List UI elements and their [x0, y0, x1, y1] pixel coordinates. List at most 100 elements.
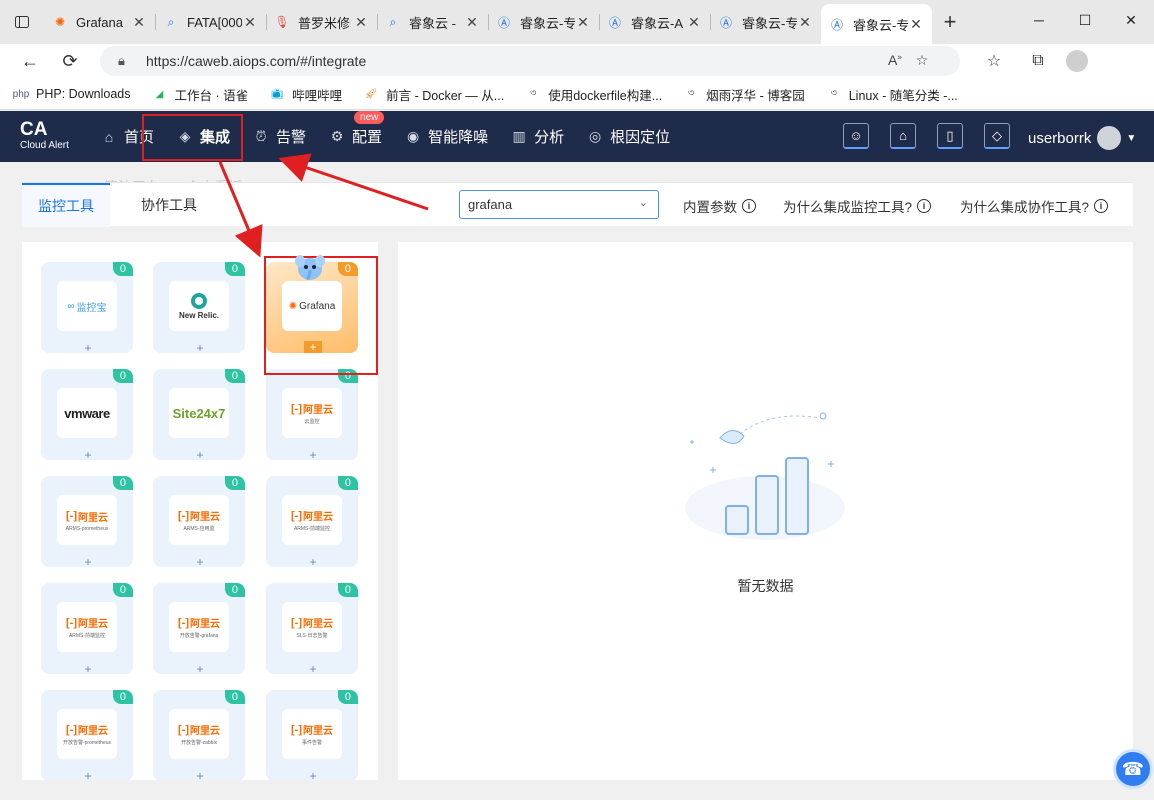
docs-icon[interactable]: ▯ [937, 123, 963, 149]
user-menu[interactable]: userborrk ▼ [1028, 126, 1136, 150]
close-tab-icon[interactable]: ✕ [908, 16, 924, 33]
integration-card[interactable]: [-] 阿里云 开放告警-grafana 0 + [153, 583, 245, 675]
bookmark-item[interactable]: 📺︎ 哔哩哔哩 [268, 85, 342, 104]
close-tab-icon[interactable]: ✕ [575, 14, 591, 31]
nav-item[interactable]: ◎ 根因定位 [586, 126, 670, 147]
bilibili-icon: 📺︎ [270, 88, 284, 100]
add-icon[interactable]: + [193, 770, 207, 780]
tab-collab-tools[interactable]: 协作工具 [141, 183, 197, 227]
card-label: 阿里云 [78, 619, 108, 630]
app-logo[interactable]: CA Cloud Alert [20, 120, 69, 152]
diamond-icon[interactable]: ◇ [984, 123, 1010, 149]
why-monitor-link[interactable]: 为什么集成监控工具? i [783, 196, 932, 216]
integration-card[interactable]: [-] 阿里云 开放告警-prometheus 0 + [41, 690, 133, 780]
builtin-params-link[interactable]: 内置参数 i [683, 196, 756, 216]
tab-title: 睿象云 - [409, 15, 456, 31]
bookmark-item[interactable]: ৩ Linux - 随笔分类 -... [825, 85, 957, 104]
integration-card[interactable]: [-] 阿里云 开放告警-zabbix 0 + [153, 690, 245, 780]
add-icon[interactable]: + [306, 556, 320, 568]
bookmark-item[interactable]: ৩ 使用dockerfile构建... [524, 85, 662, 104]
nav-item[interactable]: ▥ 分析 [510, 126, 564, 147]
lock-icon[interactable]: 🔒︎ [118, 53, 125, 69]
close-tab-icon[interactable]: ✕ [464, 14, 480, 31]
add-icon[interactable]: + [81, 449, 95, 461]
url-field[interactable]: 🔒︎ https://caweb.aiops.com/#/integrate [100, 46, 960, 76]
tab-monitor-tools[interactable]: 监控工具 [22, 183, 110, 227]
favorites-icon[interactable]: ☆ [978, 46, 1010, 76]
add-icon[interactable]: + [306, 449, 320, 461]
tab-actions-icon[interactable] [0, 0, 44, 44]
tab-title: Grafana [76, 14, 123, 30]
integration-card[interactable]: [-] 阿里云 ARMS-前端监控 0 + [41, 583, 133, 675]
card-logo-box: vmware [57, 388, 117, 438]
url-actions: A» ☆ [888, 52, 928, 69]
search-select[interactable]: grafana ⌄ [459, 190, 659, 219]
bookmark-item[interactable]: 🚀︎ 前言 - Docker — 从... [362, 85, 504, 104]
close-window-icon[interactable]: ✕ [1108, 0, 1154, 40]
integration-card[interactable]: [-] 阿里云 事件告警 0 + [266, 690, 358, 780]
add-icon[interactable]: + [81, 770, 95, 780]
integration-card[interactable]: ∞ 监控宝 0 + [41, 262, 133, 354]
why-collab-link[interactable]: 为什么集成协作工具? i [960, 196, 1109, 216]
help-chat-button[interactable]: ☎︎ [1113, 749, 1153, 789]
browser-tab[interactable]: Ⓐ 睿象云-专 ✕ [710, 4, 821, 40]
integration-card[interactable]: [-] 阿里云 云监控 0 + [266, 369, 358, 461]
browser-tab[interactable]: ⌕ 睿象云 - ✕ [377, 4, 488, 40]
read-aloud-icon[interactable]: A» [888, 52, 902, 69]
nav-item[interactable]: ⏰︎ 告警 [252, 126, 306, 147]
chart-icon: ▥ [512, 128, 526, 144]
card-logo-box: [-] 阿里云 ARMS-应用监 [169, 495, 229, 545]
maximize-icon[interactable]: ☐ [1062, 0, 1108, 40]
integration-card[interactable]: Site24x7 0 + [153, 369, 245, 461]
browser-tab[interactable]: ⌕ FATA[000 ✕ [155, 4, 266, 40]
card-logo-box: [-] 阿里云 ARMS-prometheus [57, 495, 117, 545]
browser-tab[interactable]: Ⓐ 睿象云-专 ✕ [821, 4, 932, 44]
add-icon[interactable]: + [81, 556, 95, 568]
close-tab-icon[interactable]: ✕ [242, 14, 258, 31]
integration-card[interactable]: New Relic. 0 + [153, 262, 245, 354]
browser-tab[interactable]: Ⓐ 睿象云-A ✕ [599, 4, 710, 40]
integration-card[interactable]: vmware 0 + [41, 369, 133, 461]
close-tab-icon[interactable]: ✕ [353, 14, 369, 31]
nav-item[interactable]: ⚙ 配置 new [328, 111, 385, 147]
nav-item[interactable]: ◉ 智能降噪 [404, 126, 488, 147]
close-tab-icon[interactable]: ✕ [686, 14, 702, 31]
add-icon[interactable]: + [193, 342, 207, 354]
add-icon[interactable]: + [306, 663, 320, 675]
new-tab-button[interactable]: + [932, 4, 968, 40]
add-icon[interactable]: + [306, 770, 320, 780]
profile-avatar[interactable] [1066, 50, 1088, 72]
browser-tab[interactable]: 🎙︎ 普罗米修 ✕ [266, 4, 377, 40]
collections-icon[interactable]: ⧉ [1022, 46, 1054, 76]
card-logo-box: [-] 阿里云 ARMS-前端监控 [57, 602, 117, 652]
detail-panel: 暂无数据 [398, 242, 1133, 780]
browser-tab[interactable]: Ⓐ 睿象云-专 ✕ [488, 4, 599, 40]
highlight-box-integrate [142, 114, 243, 161]
integration-card[interactable]: [-] 阿里云 ARMS-prometheus 0 + [41, 476, 133, 568]
support-icon[interactable]: ☺ [843, 123, 869, 149]
bookmark-item[interactable]: ◢ 工作台 · 语雀 [151, 85, 248, 104]
refresh-button[interactable]: ⟳ [50, 46, 90, 78]
card-count-badge: 0 [337, 476, 358, 490]
close-tab-icon[interactable]: ✕ [797, 14, 813, 31]
add-icon[interactable]: + [81, 663, 95, 675]
close-tab-icon[interactable]: ✕ [131, 14, 147, 31]
back-button[interactable]: ← [10, 46, 50, 78]
bookmark-item[interactable]: php PHP: Downloads [12, 86, 131, 102]
integration-card[interactable]: [-] 阿里云 SLS-日志告警 0 + [266, 583, 358, 675]
card-logo-box: [-] 阿里云 SLS-日志告警 [282, 602, 342, 652]
integration-card[interactable]: [-] 阿里云 ARMS-应用监 0 + [153, 476, 245, 568]
info-icon: i [917, 199, 932, 213]
add-favorite-icon[interactable]: ☆ [916, 52, 929, 69]
rocket-icon: 🚀︎ [364, 88, 378, 100]
nav-label: 根因定位 [610, 129, 671, 146]
browser-tab[interactable]: ✺ Grafana ✕ [44, 4, 155, 40]
integration-card[interactable]: [-] 阿里云 ARMS-前端监控 0 + [266, 476, 358, 568]
add-icon[interactable]: + [193, 663, 207, 675]
minimize-icon[interactable]: ─ [1016, 0, 1062, 40]
inbox-icon[interactable]: ⌂ [890, 123, 916, 149]
add-icon[interactable]: + [81, 342, 95, 354]
add-icon[interactable]: + [193, 449, 207, 461]
add-icon[interactable]: + [193, 556, 207, 568]
bookmark-item[interactable]: ৩ 烟雨浮华 - 博客园 [682, 85, 805, 104]
